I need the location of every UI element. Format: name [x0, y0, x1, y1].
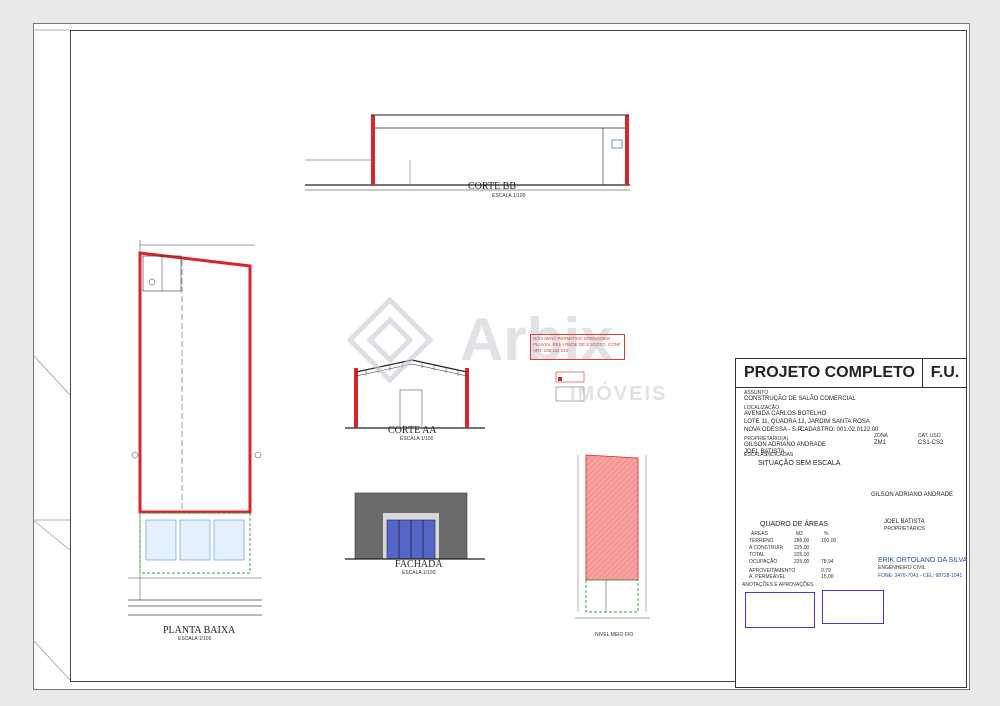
anotacoes-label: ANOTAÇÕES E APROVAÇÕES — [742, 582, 814, 588]
area-r3-c1: 225,00 — [794, 559, 810, 565]
quadro-title: QUADRO DE ÁREAS — [760, 521, 829, 528]
approval-box-left — [745, 592, 815, 628]
corte-bb-scale: ESCALA 1/100 — [492, 193, 526, 199]
margin-lines — [32, 29, 71, 681]
area-r0-c0: TERRENO — [749, 538, 774, 544]
nivel-label: NIVEL MEIO FIO — [595, 632, 634, 638]
fachada-drawing — [345, 492, 485, 560]
zona-label: ZONA — [874, 433, 888, 439]
prop1-value: GILSON ADRIANO ANDRADE — [744, 442, 827, 448]
resp-name: ERIK ORTOLANO DA SILVA — [878, 557, 968, 564]
fachada-scale: ESCALA 1/100 — [402, 570, 436, 576]
perm-label: A. PERMEÁVEL — [749, 574, 786, 580]
area-r3-c2: 78,94 — [821, 559, 834, 565]
corte-bb-drawing — [305, 114, 630, 191]
situacao-title: SITUAÇÃO SEM ESCALA — [758, 460, 841, 467]
title-block-header: PROJETO COMPLETO F.U. — [736, 359, 966, 388]
area-r1-c0: A CONSTRUIR — [749, 545, 784, 551]
corte-bb-title: CORTE BB — [468, 181, 517, 192]
resp-role: ENGENHEIRO CIVIL — [878, 565, 926, 571]
area-r2-c1: 225,00 — [794, 552, 810, 558]
resp-fone: FONE: 3476-7041 - CEL: 98728-1041 — [878, 573, 963, 579]
cidade-value: NOVA ODESSA - S.P. — [744, 427, 803, 433]
area-r3-c0: OCUPAÇÃO — [749, 559, 778, 565]
fachada-title: FACHADA — [395, 559, 443, 570]
title-block: PROJETO COMPLETO F.U. ASSUNTO CONSTRUÇÃO… — [735, 358, 967, 688]
project-code: F.U. — [922, 359, 967, 387]
lote-value: LOTE 11, QUADRA 12, JARDIM SANTA ROSA — [744, 419, 870, 425]
implantacao-drawing — [575, 454, 650, 619]
project-title: PROJETO COMPLETO — [744, 364, 915, 381]
area-h0: ÁREAS — [751, 531, 768, 537]
planta-baixa-title: PLANTA BAIXA — [163, 625, 236, 636]
assunto-value: CONSTRUÇÃO DE SALÃO COMERCIAL — [744, 396, 856, 402]
area-r2-c0: TOTAL — [749, 552, 765, 558]
proprietarios-label: PROPRIETÁRIOS — [884, 526, 926, 532]
sign1-name: GILSON ADRIANO ANDRADE — [871, 492, 954, 498]
sign2-name: JOEL BATISTA — [884, 519, 925, 525]
drainage-note: NÃO SERÁ PERMITIDO DRENAGEM PLUVIAL PELA… — [530, 334, 625, 360]
approval-box-right — [822, 590, 884, 624]
escalas-label: ESCALAS — [744, 452, 768, 458]
cadastro-value: CADASTRO: 001.02.0122.00 — [800, 427, 879, 433]
corte-aa-title: CORTE AA — [388, 425, 437, 436]
perm-value: 15,00 — [821, 574, 834, 580]
watermark-sub: IMÓVEIS — [570, 383, 668, 405]
endereco-value: AVENIDA CARLOS BOTELHO — [744, 411, 827, 417]
cat-label: CAT. USO — [918, 433, 941, 439]
escalas-value: INDICADAS — [766, 452, 794, 458]
cat-value: CS1-CS2 — [918, 440, 944, 446]
planta-baixa-scale: ESCALA 1/100 — [178, 636, 212, 642]
corte-aa-scale: ESCALA 1/100 — [400, 436, 434, 442]
area-h2: % — [824, 531, 829, 537]
area-h1: M2 — [796, 531, 803, 537]
area-r0-c1: 285,00 — [794, 538, 810, 544]
area-r1-c1: 225,00 — [794, 545, 810, 551]
planta-baixa-drawing — [128, 240, 262, 616]
area-r0-c2: 100,00 — [821, 538, 837, 544]
zona-value: ZM1 — [874, 440, 886, 446]
